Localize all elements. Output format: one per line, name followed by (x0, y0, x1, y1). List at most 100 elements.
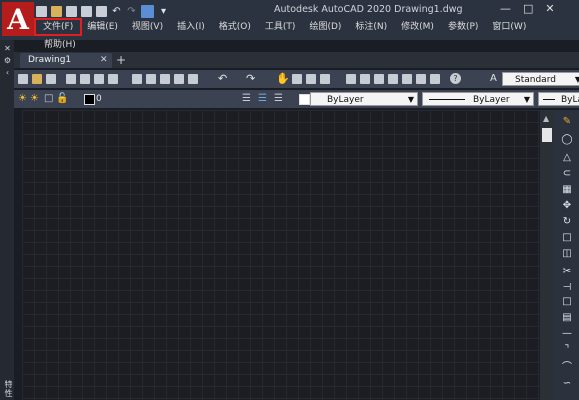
array-icon[interactable]: ▦ (561, 184, 573, 196)
linetype-dropdown[interactable]: ByLayer ▼ (422, 92, 534, 106)
menu-insert[interactable]: 插入(I) (170, 20, 212, 34)
publish-icon[interactable] (94, 74, 104, 84)
move-icon[interactable]: ✥ (561, 200, 573, 212)
lineweight-preview (543, 99, 555, 100)
layer-on-icon[interactable]: ☀ (18, 93, 27, 105)
menu-help[interactable]: 帮助(H) (44, 37, 76, 50)
blend-curves-icon[interactable]: ∽ (561, 378, 573, 390)
drawing-canvas[interactable] (22, 110, 540, 400)
tab-drawing1[interactable]: Drawing1 ✕ (20, 53, 112, 68)
menu-file[interactable]: 文件(F) (33, 18, 83, 36)
file-tab-bar: Drawing1 ✕ + (14, 52, 579, 68)
layer-dropdown[interactable]: 0 (96, 92, 236, 106)
save-icon[interactable] (66, 5, 77, 17)
qat-dropdown-icon[interactable]: ▾ (158, 6, 169, 17)
color-dropdown[interactable]: ByLayer ▼ (310, 92, 418, 106)
sheet-set-icon[interactable] (388, 74, 398, 84)
undo-icon[interactable]: ↶ (111, 6, 122, 17)
save-icon[interactable] (46, 74, 56, 84)
redo-icon[interactable]: ↷ (246, 72, 255, 85)
tab-label: Drawing1 (28, 55, 72, 65)
palette-close-icon[interactable]: ✕ (3, 44, 12, 53)
join-icon[interactable]: — (561, 328, 573, 340)
properties-palette-label[interactable]: 特性 (0, 380, 14, 398)
open-icon[interactable] (32, 74, 42, 84)
new-icon[interactable] (18, 74, 28, 84)
design-center-icon[interactable] (360, 74, 370, 84)
text-style-dropdown[interactable]: Standard ▼ (502, 72, 579, 86)
fillet-icon[interactable]: ⌒ (561, 362, 573, 374)
layer-viewport-icon[interactable]: □ (44, 93, 53, 105)
print-icon[interactable] (96, 5, 107, 17)
menu-parameter[interactable]: 参数(P) (441, 20, 485, 34)
undo-icon[interactable]: ↶ (218, 72, 227, 85)
chamfer-icon[interactable]: ⌝ (561, 344, 573, 356)
layer-list-icon[interactable] (430, 74, 440, 84)
copy-icon[interactable] (146, 74, 156, 84)
autocad-logo-button[interactable]: A (2, 2, 34, 36)
menu-modify[interactable]: 修改(M) (394, 20, 441, 34)
zoom-previous-icon[interactable] (320, 74, 330, 84)
scale-icon[interactable]: □ (561, 232, 573, 244)
menu-draw[interactable]: 绘图(D) (302, 20, 348, 34)
layer-freeze-icon[interactable]: ☀ (30, 93, 39, 105)
menu-tools[interactable]: 工具(T) (258, 20, 303, 34)
stretch-icon[interactable]: ◫ (561, 248, 573, 260)
palette-settings-icon[interactable]: ⚙ (3, 56, 12, 65)
text-style-icon: A (490, 73, 497, 84)
tab-close-icon[interactable]: ✕ (100, 53, 108, 68)
redo-icon[interactable]: ↷ (126, 6, 137, 17)
zoom-realtime-icon[interactable] (292, 74, 302, 84)
tool-palettes-icon[interactable] (374, 74, 384, 84)
window-title: Autodesk AutoCAD 2020 Drawing1.dwg (274, 4, 463, 15)
menu-window[interactable]: 窗口(W) (485, 20, 533, 34)
workspace-icon[interactable] (141, 4, 154, 18)
vertical-scrollbar[interactable]: ▲ (540, 110, 554, 400)
plot-preview-icon[interactable] (80, 74, 90, 84)
chevron-down-icon: ▼ (523, 95, 530, 104)
offset-icon[interactable]: ⊂ (561, 168, 573, 180)
menu-dimension[interactable]: 标注(N) (348, 20, 394, 34)
chevron-down-icon: ▼ (574, 75, 579, 84)
make-current-layer-icon[interactable]: ☰ (242, 93, 251, 105)
new-icon[interactable] (36, 5, 47, 17)
scroll-up-icon[interactable]: ▲ (543, 114, 549, 123)
new-tab-button[interactable]: + (116, 53, 126, 68)
maximize-button[interactable]: □ (523, 2, 533, 15)
layer-lock-icon[interactable]: 🔓 (56, 93, 68, 105)
match-properties-icon[interactable] (174, 74, 184, 84)
erase-icon[interactable]: ✎ (561, 116, 573, 128)
help-icon[interactable]: ? (450, 73, 461, 84)
break-at-point-icon[interactable]: □ (561, 296, 573, 308)
extend-icon[interactable]: ⊣ (561, 282, 573, 294)
properties-icon[interactable] (346, 74, 356, 84)
trim-icon[interactable]: ✂ (561, 266, 573, 278)
layer-states-icon[interactable]: ☰ (274, 93, 283, 105)
break-icon[interactable]: ▤ (561, 312, 573, 324)
close-button[interactable]: ✕ (545, 2, 554, 15)
menu-format[interactable]: 格式(O) (212, 20, 258, 34)
lineweight-dropdown[interactable]: ByLa (538, 92, 579, 106)
zoom-window-icon[interactable] (306, 74, 316, 84)
markup-icon[interactable] (402, 74, 412, 84)
cut-icon[interactable] (132, 74, 142, 84)
menu-view[interactable]: 视图(V) (125, 20, 170, 34)
open-icon[interactable] (51, 5, 62, 17)
block-editor-icon[interactable] (188, 74, 198, 84)
layers-properties-toolbar: ☀ ☀ □ 🔓 0 ☰ ☰ ☰ ByLayer ▼ ByLayer ▼ ByLa (14, 90, 579, 108)
mirror-icon[interactable]: △ (561, 152, 573, 164)
pan-icon[interactable]: ✋ (276, 72, 290, 85)
minimize-button[interactable]: — (500, 2, 511, 15)
quick-access-toolbar: ↶ ↷ ▾ (36, 3, 169, 19)
copy-object-icon[interactable]: ◯ (561, 134, 573, 146)
plot-icon[interactable] (66, 74, 76, 84)
quickcalc-icon[interactable] (416, 74, 426, 84)
saveas-icon[interactable] (81, 5, 92, 17)
3d-dwf-icon[interactable] (108, 74, 118, 84)
menu-edit[interactable]: 编辑(E) (80, 20, 125, 34)
scroll-thumb[interactable] (542, 128, 552, 142)
rotate-icon[interactable]: ↻ (561, 216, 573, 228)
paste-icon[interactable] (160, 74, 170, 84)
layer-previous-icon[interactable]: ☰ (258, 93, 267, 105)
palette-autohide-icon[interactable]: ‹ (3, 68, 12, 77)
